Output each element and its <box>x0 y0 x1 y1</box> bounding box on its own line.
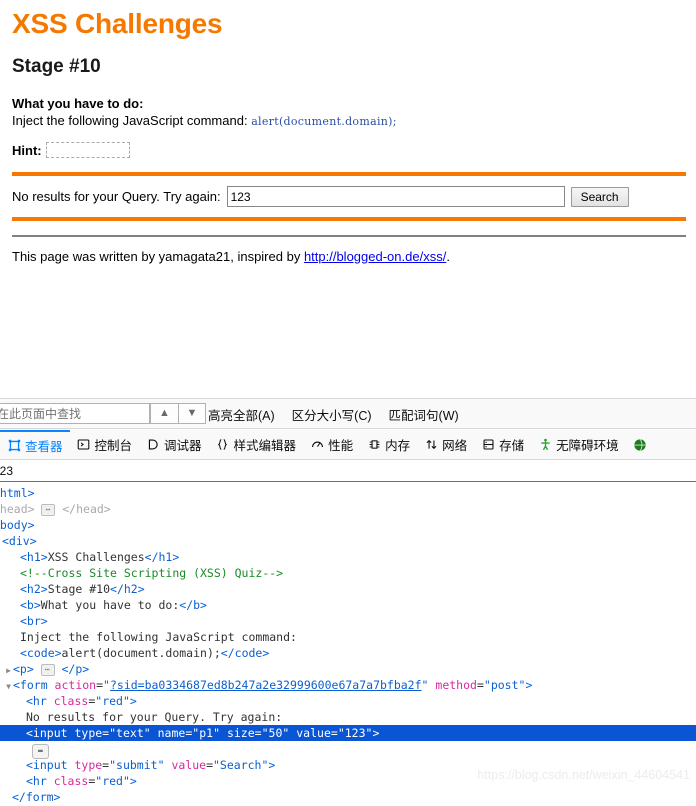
markup-row-head[interactable]: <head> ⋯ </head> <box>0 501 696 517</box>
query-label: No results for your Query. Try again: <box>12 189 221 204</box>
markup-row-body[interactable]: <body> <box>0 517 696 533</box>
divider-orange-top <box>12 172 686 176</box>
tab-debugger[interactable]: 调试器 <box>139 430 209 459</box>
divider-gray <box>12 235 686 237</box>
match-case-option[interactable]: 区分大小写(C) <box>292 405 372 424</box>
markup-row-p[interactable]: ▶ <p> ⋯ </p> <box>0 661 696 677</box>
find-options: 高亮全部(A) 区分大小写(C) 匹配词句(W) <box>208 399 459 430</box>
markup-row-h1[interactable]: <h1>XSS Challenges</h1> <box>0 549 696 565</box>
selected-input-value: 123 <box>344 726 366 740</box>
debugger-icon <box>146 438 160 452</box>
selected-input-name: p1 <box>199 726 214 740</box>
markup-row-input-selected[interactable]: <input type="text" name="p1" size="50" v… <box>0 725 696 741</box>
tab-performance[interactable]: 性能 <box>303 430 360 459</box>
page-title: XSS Challenges <box>12 8 223 39</box>
inject-code: alert(document.domain); <box>251 115 397 128</box>
tab-style-editor[interactable]: 样式编辑器 <box>209 430 304 459</box>
ellipsis-badge[interactable]: ⋯ <box>41 504 56 516</box>
markup-row-form[interactable]: ▼ <form action="?sid=ba0334687ed8b247a2e3… <box>0 677 696 693</box>
inject-text: Inject the following JavaScript command: <box>12 113 248 128</box>
tab-performance-label: 性能 <box>328 439 354 453</box>
tab-console[interactable]: 控制台 <box>70 430 140 459</box>
tab-style-editor-label: 样式编辑器 <box>233 439 297 453</box>
ellipsis-badge[interactable]: ⋯ <box>40 664 55 676</box>
search-input[interactable] <box>226 186 565 207</box>
find-input[interactable] <box>0 403 150 424</box>
tab-memory-label: 内存 <box>385 439 411 453</box>
hint-box <box>45 142 130 158</box>
network-icon <box>424 438 438 452</box>
tab-console-label: 控制台 <box>94 439 133 453</box>
divider-orange-bottom <box>12 217 686 221</box>
console-icon <box>77 438 91 452</box>
devtools-search-text: 123 <box>0 464 14 478</box>
footer-credit: This page was written by yamagata21, ins… <box>12 249 686 264</box>
match-phrase-option[interactable]: 匹配词句(W) <box>389 405 459 424</box>
performance-icon <box>310 438 324 452</box>
form-action-value[interactable]: ?sid=ba0334687ed8b247a2e32999600e67a7a7b… <box>110 678 422 692</box>
style-editor-icon <box>216 438 230 452</box>
markup-row-text[interactable]: Inject the following JavaScript command: <box>0 629 696 645</box>
find-bar: ▲ ▼ 高亮全部(A) 区分大小写(C) 匹配词句(W) <box>0 398 696 429</box>
inspector-icon <box>7 439 21 453</box>
devtools-search-result: 123 <box>0 460 696 482</box>
globe-icon <box>633 438 647 452</box>
devtools-tabbar: 查看器 控制台 调试器 样式编辑器 性能 内存 网络 存储 无障碍环境 <box>0 430 696 460</box>
markup-row-hr-top[interactable]: <hr class="red"> <box>0 693 696 709</box>
devtools-panel: 查看器 控制台 调试器 样式编辑器 性能 内存 网络 存储 无障碍环境 23 h… <box>0 430 696 806</box>
selected-input-size: 50 <box>268 726 283 740</box>
tab-debugger-label: 调试器 <box>164 439 202 453</box>
browser-content-area: XSS Challenges Stage #10 What you have t… <box>0 0 696 398</box>
stage-heading: Stage #10 <box>12 56 101 77</box>
find-navigation: ▲ ▼ <box>150 403 206 424</box>
tab-inspector-label: 查看器 <box>25 440 63 454</box>
search-button[interactable]: Search <box>570 186 629 207</box>
hint-row: Hint: <box>12 142 686 158</box>
markup-tree: <html> <head> ⋯ </head> <body> ▼<div> <h… <box>0 482 696 805</box>
markup-row-input-submit[interactable]: <input type="submit" value="Search"> <box>0 757 696 773</box>
hint-label: Hint: <box>12 142 42 158</box>
chevron-up-icon[interactable]: ▲ <box>150 403 178 424</box>
markup-row-code[interactable]: <code>alert(document.domain);</code> <box>0 645 696 661</box>
markup-row-form-close[interactable]: </form> <box>0 789 696 805</box>
markup-row-hr-bottom[interactable]: <hr class="red"> <box>0 773 696 789</box>
highlight-all-option[interactable]: 高亮全部(A) <box>208 405 275 424</box>
markup-row-div[interactable]: ▼<div> <box>0 533 696 549</box>
footer-link[interactable]: http://blogged-on.de/xss/ <box>304 249 446 264</box>
markup-row-query-text[interactable]: No results for your Query. Try again: <box>0 709 696 725</box>
tab-inspector[interactable]: 查看器 <box>0 430 70 459</box>
storage-icon <box>481 438 495 452</box>
tab-accessibility-label: 无障碍环境 <box>556 439 619 453</box>
tab-storage-label: 存储 <box>499 439 525 453</box>
markup-row-comment[interactable]: <!--Cross Site Scripting (XSS) Quiz--> <box>0 565 696 581</box>
footer-prefix: This page was written by yamagata21, ins… <box>12 249 304 264</box>
tab-memory[interactable]: 内存 <box>360 430 417 459</box>
task-label: What you have to do: <box>12 96 144 111</box>
search-form: No results for your Query. Try again: Se… <box>12 186 686 207</box>
tab-overflow[interactable] <box>626 430 654 459</box>
markup-row-html[interactable]: <html> <box>0 485 696 501</box>
tab-storage[interactable]: 存储 <box>474 430 531 459</box>
markup-row-badge[interactable]: ▬ <box>0 741 696 759</box>
tab-network-label: 网络 <box>442 439 468 453</box>
markup-row-h2[interactable]: <h2>Stage #10</h2> <box>0 581 696 597</box>
markup-row-br[interactable]: <br> <box>0 613 696 629</box>
markup-row-b[interactable]: <b>What you have to do:</b> <box>0 597 696 613</box>
tab-network[interactable]: 网络 <box>417 430 474 459</box>
tab-accessibility[interactable]: 无障碍环境 <box>531 430 626 459</box>
memory-icon <box>367 438 381 452</box>
selected-input-type: text <box>116 726 144 740</box>
inject-instruction: Inject the following JavaScript command:… <box>12 113 686 128</box>
accessibility-icon <box>538 438 552 452</box>
form-method-value: post <box>490 678 519 692</box>
chevron-down-icon[interactable]: ▼ <box>178 403 206 424</box>
footer-suffix: . <box>446 249 450 264</box>
